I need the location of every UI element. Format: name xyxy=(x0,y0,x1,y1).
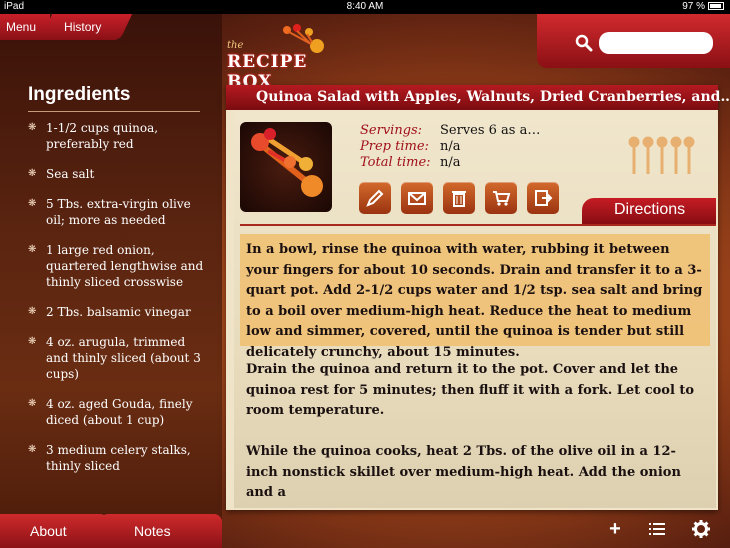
trash-icon xyxy=(452,191,466,207)
shopping-cart-button[interactable] xyxy=(485,182,517,214)
total-time-label: Total time: xyxy=(360,155,431,170)
list-icon[interactable] xyxy=(646,518,668,540)
pencil-icon xyxy=(366,189,384,207)
measuring-spoons-icon xyxy=(251,128,323,197)
recipe-title: Quinoa Salad with Apples, Walnuts, Dried… xyxy=(256,89,730,105)
notes-label: Notes xyxy=(134,523,171,539)
ingredient-item: ❋ 1-1/2 cups quinoa, preferably red xyxy=(28,121,159,151)
notes-tab[interactable]: Notes xyxy=(100,514,222,548)
menu-tab[interactable]: Menu xyxy=(0,14,50,40)
edit-button[interactable] xyxy=(359,182,391,214)
history-label: History xyxy=(64,20,102,34)
status-bar: iPad 8:40 AM 97 % xyxy=(0,0,730,14)
history-tab[interactable]: History xyxy=(40,14,133,40)
app-logo: the RECIPE BOX xyxy=(227,22,332,92)
snowflake-bullet-icon: ❋ xyxy=(28,244,37,255)
logo-the: the xyxy=(227,40,244,51)
battery-status: 97 % xyxy=(682,1,724,12)
snowflake-bullet-icon: ❋ xyxy=(28,168,37,179)
snowflake-bullet-icon: ❋ xyxy=(28,336,37,347)
clock: 8:40 AM xyxy=(346,1,384,12)
ingredient-list: ❋ 1-1/2 cups quinoa, preferably red ❋ Sea … xyxy=(28,120,208,488)
servings-value: Serves 6 as a… xyxy=(440,123,541,138)
directions-tab: Directions xyxy=(582,198,716,224)
battery-label: 97 % xyxy=(682,1,705,12)
direction-step: Drain the quinoa and return it to the po… xyxy=(246,362,695,418)
snowflake-bullet-icon: ❋ xyxy=(28,398,37,409)
snowflake-bullet-icon: ❋ xyxy=(28,122,37,133)
ingredient-item: ❋ 1 large red onion, quartered lengthwise… xyxy=(28,243,204,289)
directions-divider xyxy=(240,224,716,226)
direction-step: In a bowl, rinse the quinoa with water, … xyxy=(240,234,710,360)
snowflake-bullet-icon: ❋ xyxy=(28,306,37,317)
top-tabs: History Menu xyxy=(0,14,133,40)
total-time-value: n/a xyxy=(440,155,461,170)
export-icon xyxy=(535,190,553,206)
search-input[interactable] xyxy=(599,32,713,54)
mail-icon xyxy=(408,192,426,205)
menu-label: Menu xyxy=(6,20,37,34)
delete-button[interactable] xyxy=(443,182,475,214)
gear-icon[interactable] xyxy=(690,518,712,540)
recipe-paper: Servings: Serves 6 as a… Prep time: n/a To… xyxy=(234,110,716,508)
search-icon[interactable] xyxy=(575,34,593,52)
recipe-thumbnail[interactable] xyxy=(240,122,332,212)
ingredients-title: Ingredients xyxy=(28,84,131,105)
search-bar xyxy=(537,14,730,68)
snowflake-bullet-icon: ❋ xyxy=(28,444,37,455)
battery-icon xyxy=(708,2,724,11)
bottom-tabs: Notes About xyxy=(0,514,222,548)
servings-label: Servings: xyxy=(360,123,423,138)
about-label: About xyxy=(30,523,67,539)
plus-icon[interactable]: + xyxy=(604,518,626,540)
ingredient-item: ❋ 5 Tbs. extra-virgin olive oil; more as … xyxy=(28,197,191,227)
email-button[interactable] xyxy=(401,182,433,214)
direction-step: While the quinoa cooks, heat 2 Tbs. of t… xyxy=(246,444,681,500)
ingredient-item: ❋ Sea salt xyxy=(28,167,95,181)
snowflake-bullet-icon: ❋ xyxy=(28,198,37,209)
ingredients-divider xyxy=(28,111,200,112)
bottom-toolbar: + xyxy=(600,518,720,544)
cart-icon xyxy=(493,191,511,206)
recipe-card: Quinoa Salad with Apples, Walnuts, Dried… xyxy=(226,85,730,510)
recipe-title-bar: Quinoa Salad with Apples, Walnuts, Dried… xyxy=(226,85,730,110)
recipe-meta: Servings: Serves 6 as a… Prep time: n/a To… xyxy=(360,123,540,171)
about-tab[interactable]: About xyxy=(0,514,108,548)
prep-time-label: Prep time: xyxy=(360,139,429,154)
ingredient-item: ❋ 4 oz. arugula, trimmed and thinly slice… xyxy=(28,335,201,381)
measuring-spoons-watermark-icon xyxy=(628,136,695,174)
directions-label: Directions xyxy=(614,201,686,218)
export-button[interactable] xyxy=(527,182,559,214)
ingredient-item: ❋ 2 Tbs. balsamic vinegar xyxy=(28,305,191,319)
ingredient-item: ❋ 4 oz. aged Gouda, finely diced (about 1… xyxy=(28,397,193,427)
prep-time-value: n/a xyxy=(440,139,461,154)
ingredient-item: ❋ 3 medium celery stalks, thinly sliced xyxy=(28,443,191,473)
